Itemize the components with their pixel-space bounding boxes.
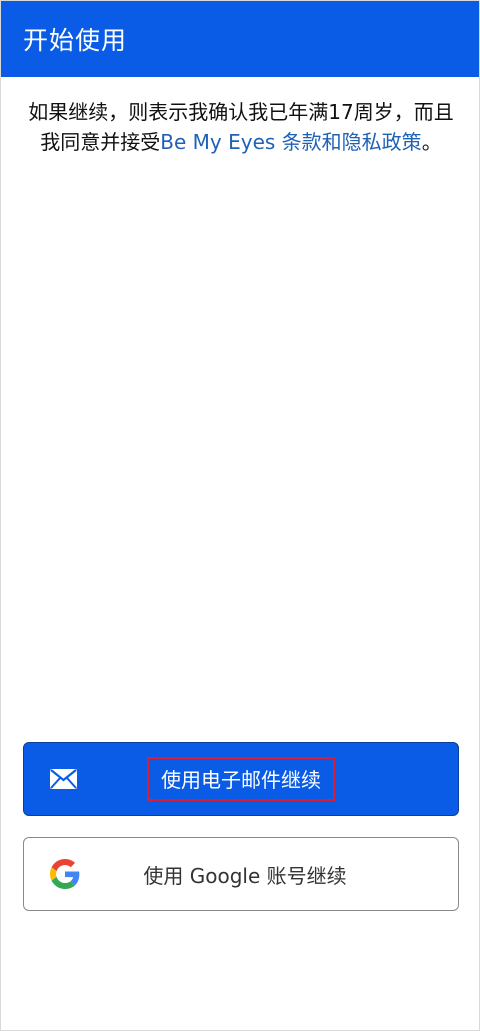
consent-text: 如果继续，则表示我确认我已年满17周岁，而且我同意并接受Be My Eyes 条… <box>21 97 461 157</box>
terms-privacy-link[interactable]: Be My Eyes 条款和隐私政策 <box>160 130 421 154</box>
page-title: 开始使用 <box>23 26 128 55</box>
google-button-label: 使用 Google 账号继续 <box>143 863 347 888</box>
envelope-icon <box>50 769 77 789</box>
continue-with-email-button[interactable]: 使用电子邮件继续 <box>23 742 459 816</box>
app-bar: 开始使用 <box>1 1 479 77</box>
email-button-label: 使用电子邮件继续 <box>161 768 321 792</box>
email-label-highlight: 使用电子邮件继续 <box>147 757 335 801</box>
consent-text-after: 。 <box>421 130 442 154</box>
google-logo-icon <box>50 859 80 889</box>
continue-with-google-button[interactable]: 使用 Google 账号继续 <box>23 837 459 911</box>
